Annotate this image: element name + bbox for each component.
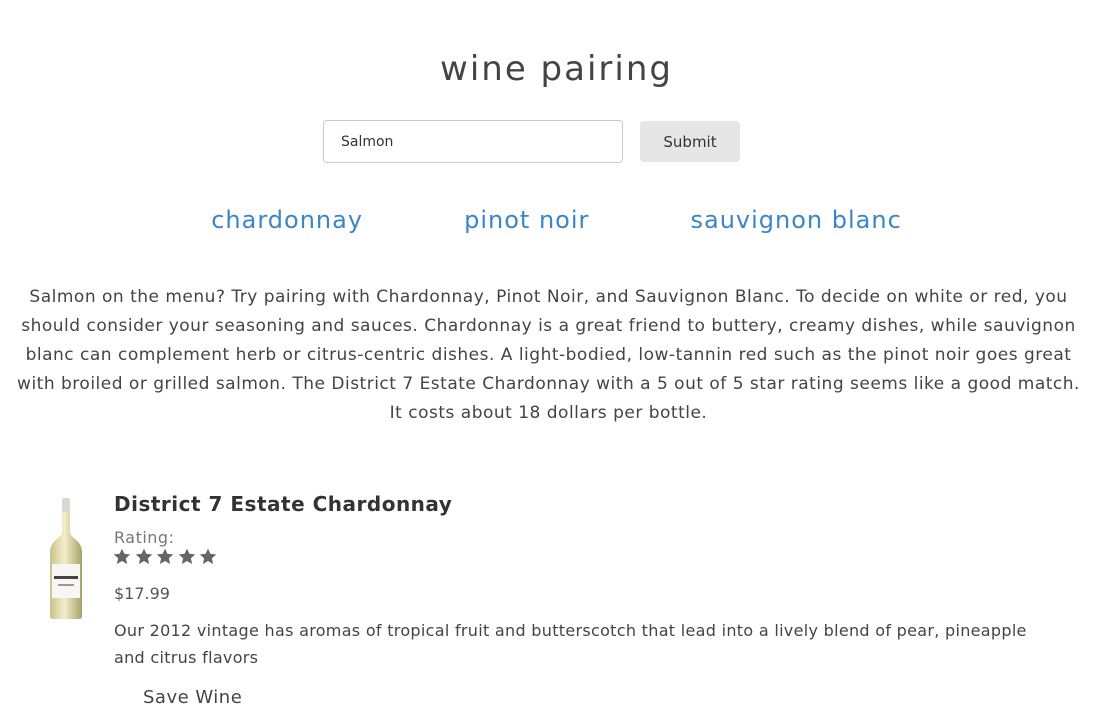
star-rating — [114, 549, 1054, 565]
search-form: Submit — [323, 120, 740, 163]
star-icon — [135, 549, 152, 565]
varietal-link-pinot-noir[interactable]: pinot noir — [464, 206, 589, 234]
varietal-link-sauvignon-blanc[interactable]: sauvignon blanc — [690, 206, 901, 234]
varietal-links: chardonnay pinot noir sauvignon blanc — [0, 206, 1113, 234]
search-input[interactable] — [323, 120, 623, 163]
varietal-link-chardonnay[interactable]: chardonnay — [211, 206, 363, 234]
rating-label: Rating: — [114, 528, 175, 547]
star-icon — [200, 549, 216, 565]
wine-info: District 7 Estate Chardonnay Rating: $17… — [114, 492, 1054, 671]
star-icon — [178, 549, 195, 565]
save-wine-button[interactable]: Save Wine — [143, 687, 242, 708]
pairing-text: Salmon on the menu? Try pairing with Cha… — [17, 287, 1080, 423]
wine-name: District 7 Estate Chardonnay — [114, 492, 453, 516]
submit-button[interactable]: Submit — [640, 121, 740, 162]
star-icon — [157, 549, 173, 565]
wine-price: $17.99 — [114, 584, 170, 603]
page-title: wine pairing — [440, 48, 673, 89]
wine-description: Our 2012 vintage has aromas of tropical … — [114, 621, 1027, 667]
star-icon — [114, 549, 130, 565]
wine-bottle-icon — [50, 498, 82, 619]
